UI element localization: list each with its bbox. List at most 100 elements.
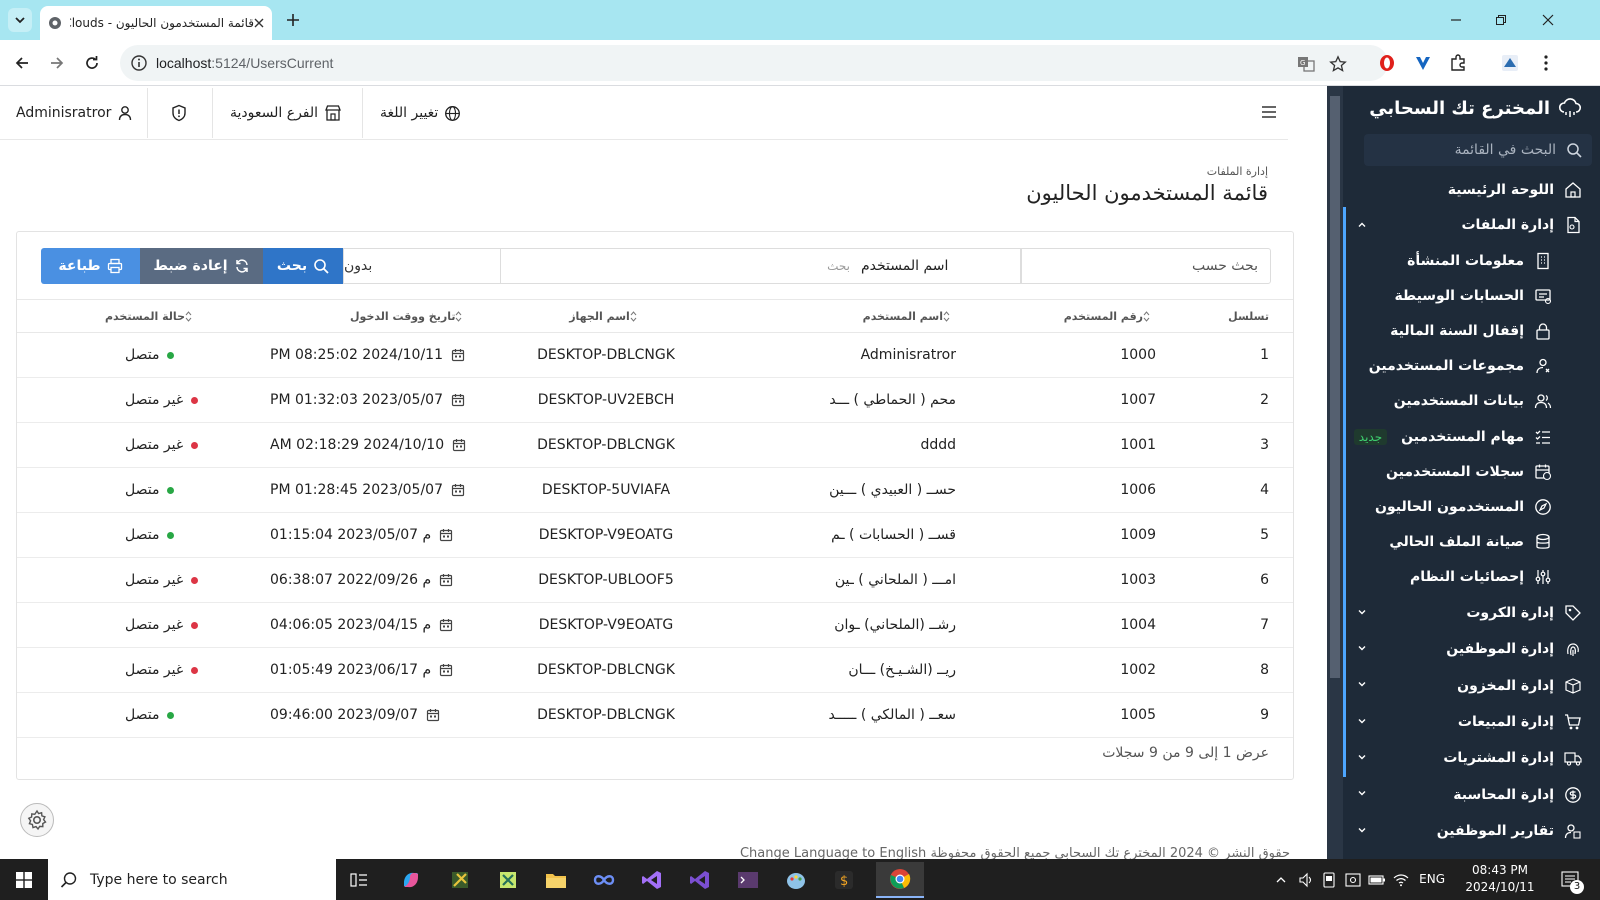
sidebar-item-9[interactable]: المستخدمون الحاليون (1343, 489, 1600, 524)
col-login-header[interactable]: تاريخ ووقت الدخول (260, 299, 516, 333)
sidebar-item-6[interactable]: بيانات المستخدمين (1343, 384, 1600, 419)
search-field-select[interactable]: اسم المستخدم (861, 248, 1021, 284)
device-icon[interactable] (1320, 864, 1338, 896)
paint-app-icon[interactable] (780, 864, 812, 896)
table-row[interactable]: 4 1006 حســ ( العبيدي ) ـــين DESKTOP-5UVIA… (17, 467, 1293, 513)
brand-logo[interactable]: المخترع تك السحابي (1369, 96, 1582, 120)
taskbar-search-input[interactable]: Type here to search (48, 859, 336, 900)
battery-icon[interactable] (1368, 864, 1386, 896)
sidebar-item-3[interactable]: الحسابات الوسيطة (1343, 278, 1600, 313)
input-language[interactable]: ENG (1419, 872, 1445, 886)
chrome-taskbar-icon[interactable] (876, 862, 924, 898)
minimize-button[interactable] (1441, 6, 1471, 34)
terminal-icon[interactable] (732, 864, 764, 896)
forward-button[interactable] (45, 51, 69, 75)
table-row[interactable]: 2 1007 محم ( الحماطي ) ـــد DESKTOP-UV2EBCH… (17, 377, 1293, 423)
bookmark-star-icon[interactable] (1328, 54, 1348, 74)
file-icon (1564, 216, 1582, 234)
site-info-icon[interactable] (130, 54, 148, 72)
cell-device: DESKTOP-DBLCNGK (516, 422, 696, 468)
coin-icon (1564, 786, 1582, 804)
col-seq-header[interactable]: تسلسل (1156, 299, 1269, 333)
cell-status: متصل (17, 692, 260, 738)
status-text: متصل (125, 347, 160, 363)
table-row[interactable]: 3 1001 dddd DESKTOP-DBLCNGK AM 02:18:29 2024… (17, 422, 1293, 468)
reload-button[interactable] (80, 51, 104, 75)
sidebar-item-label: اللوحة الرئيسية (1447, 181, 1554, 198)
sidebar-item-17[interactable]: إدارة المحاسبة (1343, 776, 1600, 812)
infinity-app-icon[interactable] (588, 864, 620, 896)
chevron-up-icon[interactable] (1272, 864, 1290, 896)
breadcrumb[interactable]: إدارة الملفات (1207, 165, 1268, 178)
file-explorer-icon[interactable] (540, 864, 572, 896)
new-tab-button[interactable] (282, 9, 304, 31)
print-button[interactable]: طباعة (41, 248, 140, 284)
task-view-icon[interactable] (343, 864, 375, 896)
user-group-icon (1534, 357, 1552, 375)
sidebar-item-4[interactable]: إقفال السنة المالية (1343, 313, 1600, 348)
col-status-header[interactable]: حالة المستخدم (17, 299, 260, 333)
close-icon[interactable] (254, 18, 264, 28)
tab-search-button[interactable] (8, 8, 32, 32)
col-device-header[interactable]: اسم الجهاز (516, 299, 696, 333)
screen-capture-icon[interactable] (1344, 864, 1362, 896)
sidebar-item-7[interactable]: مهام المستخدمين جديد (1343, 419, 1600, 454)
copilot-icon[interactable] (395, 864, 427, 896)
app-launcher-icon[interactable] (492, 864, 524, 896)
browser-menu-icon[interactable] (1534, 51, 1558, 75)
profile-extension-icon[interactable] (1498, 51, 1522, 75)
filter-operator-select[interactable]: بدون (343, 248, 501, 284)
sidebar-item-0[interactable]: اللوحة الرئيسية (1343, 172, 1600, 208)
table-row[interactable]: 9 1005 سعــ ( المالكي ) ـــــد DESKTOP-DBLC… (17, 692, 1293, 738)
user-menu-button[interactable]: Adminisratror (16, 86, 133, 140)
sidebar-search-input[interactable]: البحث في القائمة (1364, 134, 1592, 166)
visual-studio-code-icon[interactable] (636, 864, 668, 896)
cell-device: DESKTOP-UV2EBCH (516, 377, 696, 423)
sidebar-item-2[interactable]: معلومات المنشأة (1343, 243, 1600, 278)
translate-icon[interactable]: G (1296, 54, 1316, 74)
taskbar-clock[interactable]: 08:43 PM 2024/10/11 (1460, 862, 1540, 896)
notifications-button[interactable] (170, 86, 188, 140)
sidebar-item-12[interactable]: إدارة الكروت (1343, 595, 1600, 631)
sidebar-item-8[interactable]: سجلات المستخدمين (1343, 454, 1600, 489)
branch-selector[interactable]: الفرع السعودية (230, 86, 342, 140)
sidebar-item-10[interactable]: صيانة الملف الحالي (1343, 525, 1600, 560)
opera-extension-icon[interactable] (1375, 51, 1399, 75)
sidebar-item-18[interactable]: تقارير الموظفين (1343, 813, 1600, 849)
browser-tab[interactable]: قائمة المستخدمون الحاليون - Tech Clouds (40, 6, 272, 40)
table-row[interactable]: 5 1009 قســ ( الحسابات ) ـم DESKTOP-V9EOATG… (17, 512, 1293, 558)
table-row[interactable]: 6 1003 امـــ ( الملحاني ) ـين DESKTOP-UBLOO… (17, 557, 1293, 603)
settings-button[interactable] (20, 803, 54, 837)
search-button[interactable]: بحث (263, 248, 343, 284)
visual-studio-icon[interactable] (684, 864, 716, 896)
reset-button[interactable]: إعادة ضبط (140, 248, 263, 284)
sidebar-item-15[interactable]: إدارة المبيعات (1343, 704, 1600, 740)
notification-center-button[interactable]: 3 (1556, 864, 1586, 896)
sidebar-item-11[interactable]: إحصائيات النظام (1343, 560, 1600, 595)
extensions-puzzle-icon[interactable] (1446, 51, 1470, 75)
language-switcher[interactable]: تغيير اللغة (380, 86, 461, 140)
vpn-extension-icon[interactable] (1411, 51, 1435, 75)
sidebar-item-16[interactable]: إدارة المشتريات (1343, 740, 1600, 776)
start-button[interactable] (0, 859, 48, 900)
scrollbar-thumb[interactable] (1330, 96, 1340, 678)
sidebar-item-1[interactable]: إدارة الملفات (1343, 208, 1600, 244)
col-user-name-header[interactable]: اسم المستخدم (696, 299, 956, 333)
address-bar[interactable]: localhost:5124/UsersCurrent G (120, 45, 1388, 81)
table-row[interactable]: 1 1000 Adminisratror DESKTOP-DBLCNGK PM 08:2… (17, 332, 1293, 378)
table-row[interactable]: 7 1004 رشــ (الملحاني) ـوان DESKTOP-V9EOATG… (17, 602, 1293, 648)
menu-toggle-button[interactable] (1260, 103, 1278, 121)
sidebar-scrollbar[interactable] (1327, 86, 1343, 859)
sidebar-item-13[interactable]: إدارة الموظفين (1343, 631, 1600, 667)
tools-app-icon[interactable] (444, 864, 476, 896)
volume-icon[interactable] (1297, 864, 1315, 896)
wifi-icon[interactable] (1392, 864, 1410, 896)
col-user-no-header[interactable]: رقم المستخدم (956, 299, 1156, 333)
table-row[interactable]: 8 1002 ريــ (الشـيـخ) ـــان DESKTOP-DBLCNGK… (17, 647, 1293, 693)
back-button[interactable] (10, 51, 34, 75)
sidebar-item-14[interactable]: إدارة المخزون (1343, 667, 1600, 703)
dollar-app-icon[interactable]: $ (828, 864, 860, 896)
sidebar-item-5[interactable]: مجموعات المستخدمين (1343, 349, 1600, 384)
restore-button[interactable] (1486, 6, 1516, 34)
close-window-button[interactable] (1533, 6, 1563, 34)
